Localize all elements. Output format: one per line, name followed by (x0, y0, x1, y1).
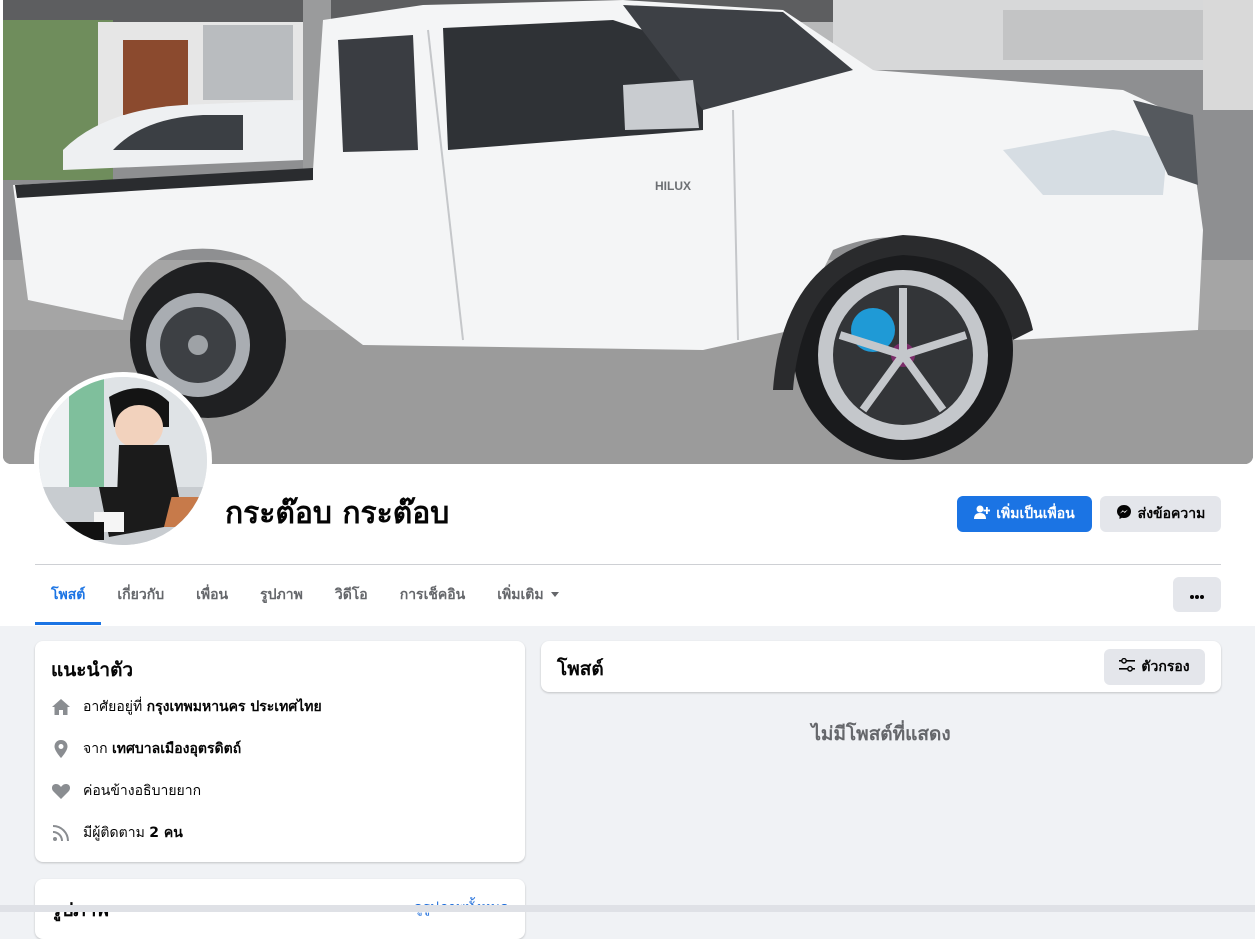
home-icon (51, 697, 71, 717)
from-prefix: จาก (83, 741, 108, 757)
send-message-label: ส่งข้อความ (1137, 506, 1206, 522)
location-pin-icon (51, 739, 71, 759)
hilux-badge: HILUX (655, 179, 691, 193)
tab-videos[interactable]: วิดีโอ (319, 565, 384, 625)
cover-photo[interactable]: HILUX (3, 0, 1253, 464)
tab-photos-label: รูปภาพ (260, 587, 303, 603)
profile-tabs: โพสต์ เกี่ยวกับ เพื่อน รูปภาพ วิดีโอ การ… (35, 565, 576, 625)
add-friend-label: เพิ่มเป็นเพื่อน (996, 506, 1075, 522)
followers-prefix: มีผู้ติดตาม (83, 825, 145, 841)
tab-friends[interactable]: เพื่อน (180, 565, 244, 625)
posts-title: โพสต์ (557, 658, 604, 680)
rss-icon (51, 823, 71, 843)
cover-photo-image: HILUX (3, 0, 1253, 464)
intro-followers: มีผู้ติดตาม 2 คน (51, 821, 183, 845)
add-friend-button[interactable]: เพิ่มเป็นเพื่อน (957, 496, 1092, 532)
send-message-button[interactable]: ส่งข้อความ (1100, 496, 1221, 532)
caret-down-icon (550, 587, 560, 603)
lives-value[interactable]: กรุงเทพมหานคร ประเทศไทย (147, 699, 322, 715)
tab-posts[interactable]: โพสต์ (35, 565, 102, 625)
lives-prefix: อาศัยอยู่ที่ (83, 699, 143, 715)
intro-from: จาก เทศบาลเมืองอุตรดิตถ์ (51, 737, 241, 761)
ellipsis-icon (1189, 585, 1205, 604)
tab-about-label: เกี่ยวกับ (117, 587, 165, 603)
tab-checkins-label: การเช็คอิน (399, 587, 466, 603)
heart-icon (51, 781, 71, 801)
tab-more-label: เพิ่มเติม (497, 587, 544, 603)
filter-sliders-icon (1119, 657, 1136, 676)
intro-card: แนะนำตัว อาศัยอยู่ที่ กรุงเทพมหานคร ประเ… (35, 641, 525, 862)
relationship-text: ค่อนข้างอธิบายยาก (83, 783, 202, 799)
followers-value[interactable]: 2 คน (149, 825, 183, 841)
profile-name: กระต๊อบ กระต๊อบ (225, 496, 450, 531)
intro-title: แนะนำตัว (51, 659, 134, 681)
more-options-button[interactable] (1173, 577, 1221, 612)
tab-photos[interactable]: รูปภาพ (244, 565, 319, 625)
no-posts-message: ไม่มีโพสต์ที่แสดง (811, 723, 951, 745)
filter-label: ตัวกรอง (1141, 659, 1190, 675)
bottom-bar (0, 905, 1255, 912)
tab-about[interactable]: เกี่ยวกับ (101, 565, 180, 625)
tab-checkins[interactable]: การเช็คอิน (384, 565, 482, 625)
tab-friends-label: เพื่อน (196, 587, 229, 603)
from-value[interactable]: เทศบาลเมืองอุตรดิตถ์ (112, 741, 241, 757)
intro-relationship: ค่อนข้างอธิบายยาก (51, 779, 201, 803)
avatar-image (39, 377, 207, 545)
avatar[interactable] (39, 377, 207, 545)
posts-card: โพสต์ ตัวกรอง (541, 641, 1221, 692)
add-friend-icon (974, 504, 991, 524)
messenger-icon (1116, 504, 1132, 524)
tab-posts-label: โพสต์ (51, 587, 86, 603)
tab-videos-label: วิดีโอ (334, 587, 368, 603)
tab-more[interactable]: เพิ่มเติม (481, 565, 575, 625)
filter-button[interactable]: ตัวกรอง (1104, 649, 1205, 685)
intro-lives-in: อาศัยอยู่ที่ กรุงเทพมหานคร ประเทศไทย (51, 695, 322, 719)
